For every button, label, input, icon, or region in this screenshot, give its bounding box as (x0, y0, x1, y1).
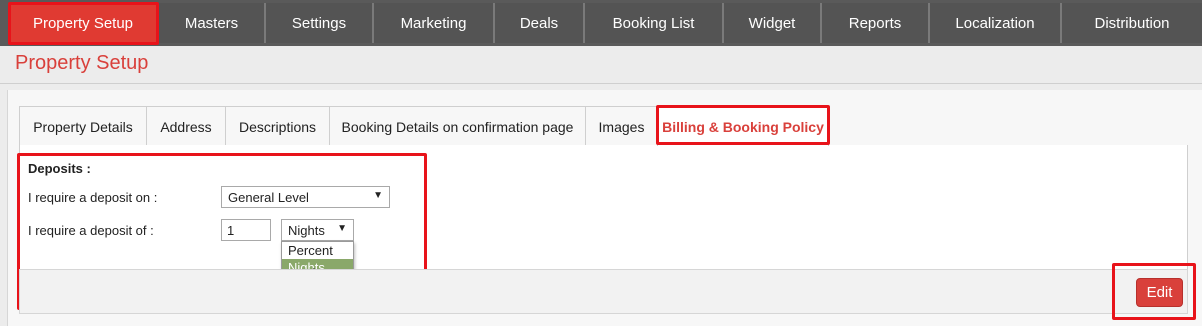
tab-images[interactable]: Images (585, 106, 658, 146)
nav-widget[interactable]: Widget (724, 3, 820, 43)
tab-descriptions[interactable]: Descriptions (225, 106, 330, 146)
deposit-level-label: I require a deposit on : (28, 190, 158, 205)
deposit-level-value: General Level (228, 189, 309, 205)
dropdown-arrow-icon: ▼ (337, 223, 347, 234)
top-navigation: Property Setup Masters Settings Marketin… (0, 0, 1202, 46)
dropdown-arrow-icon: ▼ (373, 190, 383, 201)
deposits-heading: Deposits : (28, 161, 91, 176)
edit-button[interactable]: Edit (1136, 278, 1183, 307)
deposit-amount-label: I require a deposit of : (28, 223, 154, 238)
nav-localization[interactable]: Localization (930, 3, 1060, 43)
nav-booking-list[interactable]: Booking List (585, 3, 722, 43)
deposit-unit-value: Nights (288, 222, 325, 238)
deposit-unit-select[interactable]: Nights ▼ (281, 219, 354, 241)
page-title: Property Setup (15, 52, 149, 74)
nav-marketing[interactable]: Marketing (374, 3, 493, 43)
tab-property-details[interactable]: Property Details (19, 106, 147, 146)
nav-settings[interactable]: Settings (266, 3, 372, 43)
tab-billing-booking-policy[interactable]: Billing & Booking Policy (657, 106, 829, 146)
tab-booking-details[interactable]: Booking Details on confirmation page (329, 106, 586, 146)
nav-distribution[interactable]: Distribution (1062, 3, 1202, 43)
option-percent[interactable]: Percent (282, 242, 353, 259)
nav-property-setup[interactable]: Property Setup (9, 3, 157, 43)
nav-deals[interactable]: Deals (495, 3, 583, 43)
nav-masters[interactable]: Masters (159, 3, 264, 43)
title-divider (0, 83, 1202, 84)
deposit-level-select[interactable]: General Level ▼ (221, 186, 390, 208)
tab-address[interactable]: Address (146, 106, 226, 146)
deposits-section (19, 145, 1188, 269)
nav-reports[interactable]: Reports (822, 3, 928, 43)
deposit-amount-input[interactable]: 1 (221, 219, 271, 241)
form-footer (19, 269, 1188, 314)
